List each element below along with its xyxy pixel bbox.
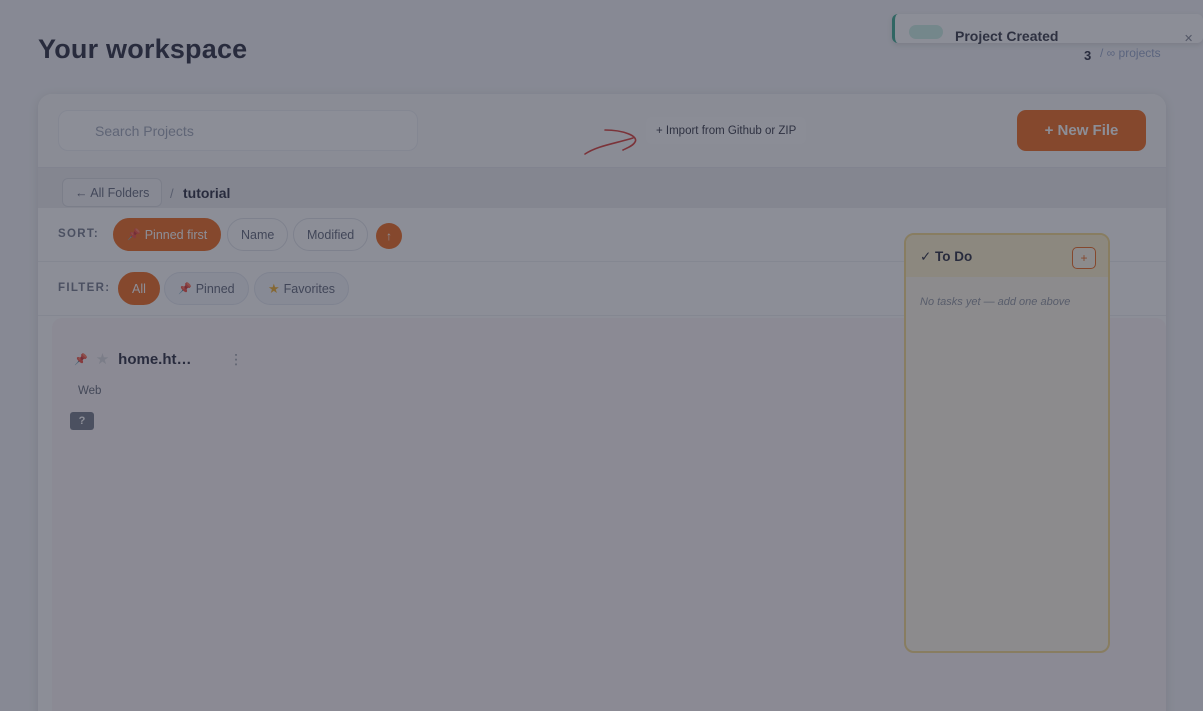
workspace-page: Your workspace 3 / ∞ projects + Import f… bbox=[0, 0, 1203, 711]
pin-icon: 📌 bbox=[127, 229, 141, 241]
project-count: 3 bbox=[1084, 48, 1092, 63]
todo-empty-text: No tasks yet — add one above bbox=[920, 296, 1071, 308]
file-tag: Web bbox=[78, 385, 102, 397]
project-count-label: / ∞ projects bbox=[1100, 46, 1161, 60]
file-header: 📌 ★ home.ht… ⋮ bbox=[74, 348, 243, 370]
search-input[interactable] bbox=[58, 110, 418, 151]
sort-label: SORT: bbox=[58, 228, 99, 240]
page-title: Your workspace bbox=[38, 34, 248, 64]
annotation-arrow-icon bbox=[584, 129, 637, 155]
pin-icon[interactable]: 📌 bbox=[74, 353, 88, 366]
sort-option-label: Pinned first bbox=[144, 227, 208, 242]
filter-option-label: Pinned bbox=[195, 281, 235, 296]
toast-notification: Project Created ✕ bbox=[892, 14, 1203, 45]
sort-option-pinned-first[interactable]: 📌 Pinned first bbox=[113, 218, 222, 251]
filter-option-favorites[interactable]: ★ Favorites bbox=[254, 272, 350, 305]
breadcrumb-current-folder: tutorial bbox=[183, 185, 231, 201]
filter-label: FILTER: bbox=[58, 282, 111, 294]
all-folders-button[interactable]: ← All Folders bbox=[62, 178, 163, 207]
add-task-button[interactable]: + bbox=[1072, 247, 1096, 269]
star-icon[interactable]: ★ bbox=[96, 350, 109, 368]
file-name[interactable]: home.ht… bbox=[118, 351, 200, 368]
success-icon bbox=[909, 25, 943, 39]
star-icon: ★ bbox=[268, 280, 280, 296]
breadcrumb-separator: / bbox=[170, 186, 174, 201]
breadcrumb: ← All Folders / tutorial bbox=[38, 168, 1166, 208]
todo-header: ✓ To Do + bbox=[906, 235, 1108, 277]
sort-option-name[interactable]: Name bbox=[227, 218, 289, 251]
more-options-icon[interactable]: ⋮ bbox=[229, 351, 243, 368]
import-button[interactable]: + Import from Github or ZIP bbox=[646, 117, 807, 144]
todo-panel: ✓ To Do + No tasks yet — add one above bbox=[904, 233, 1110, 653]
filter-option-label: Favorites bbox=[283, 281, 336, 296]
new-file-button[interactable]: + New File bbox=[1017, 110, 1146, 151]
sort-direction-button[interactable]: ↑ bbox=[376, 223, 402, 249]
filter-option-pinned[interactable]: 📌 Pinned bbox=[164, 272, 249, 305]
filter-option-all[interactable]: All bbox=[118, 272, 160, 305]
file-type-badge: ? bbox=[70, 412, 94, 430]
close-icon[interactable]: ✕ bbox=[1184, 32, 1193, 45]
toolbar: + Import from Github or ZIP + New File bbox=[38, 94, 1166, 168]
todo-title: ✓ To Do bbox=[920, 249, 973, 264]
pin-icon: 📌 bbox=[178, 283, 192, 295]
toast-title: Project Created bbox=[955, 28, 1059, 44]
sort-option-modified[interactable]: Modified bbox=[293, 218, 369, 251]
